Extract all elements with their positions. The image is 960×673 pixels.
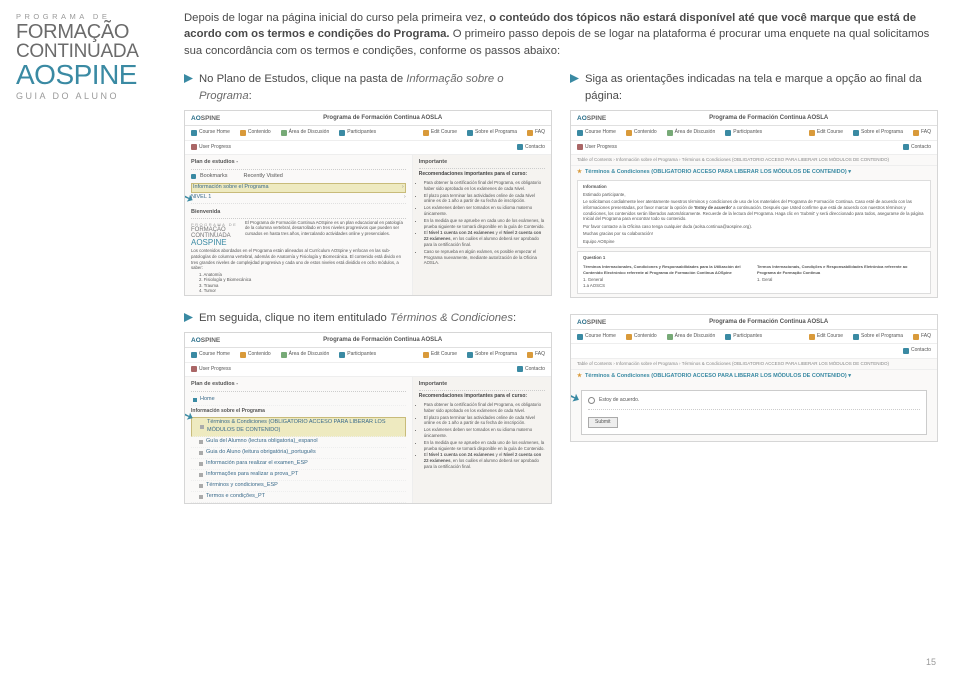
bullet-text-1: No Plano de Estudos, clique na pasta de … bbox=[199, 71, 552, 104]
arrow-icon: ➘ bbox=[570, 385, 584, 410]
bullet-text-2: Siga as orientações indicadas na tela e … bbox=[585, 71, 938, 104]
breadcrumb: Table of Contents › Información sobre el… bbox=[571, 155, 937, 167]
col-left-1: No Plano de Estudos, clique na pasta de … bbox=[184, 71, 552, 297]
programa-line: PROGRAMA DE bbox=[16, 12, 166, 21]
shot-title: Programa de Formación Continua AOSLA bbox=[220, 114, 545, 123]
bullet-icon bbox=[184, 74, 193, 83]
bullet-text-3: Em seguida, clique no item entitulado Té… bbox=[199, 310, 516, 326]
guia-line: GUIA DO ALUNO bbox=[16, 91, 166, 101]
bullet-icon bbox=[184, 313, 193, 322]
formacao-line: FORMAÇÃO bbox=[16, 22, 166, 42]
tc-item[interactable]: Términos & Condiciones (OBLIGATORIO ACCE… bbox=[191, 417, 406, 437]
info-programa-item[interactable]: Información sobre el Programa› bbox=[191, 183, 406, 193]
aospine-line: AOSPINE bbox=[16, 61, 166, 89]
screenshot-3: AOSPINE Programa de Formación Continua A… bbox=[184, 332, 552, 504]
col-right-2: AOSPINE Programa de Formación Continua A… bbox=[570, 310, 938, 504]
tc-heading: ★Términos & Condiciones (OBLIGATORIO ACC… bbox=[577, 169, 931, 177]
screenshot-4: AOSPINE Programa de Formación Continua A… bbox=[570, 314, 938, 443]
submit-button[interactable]: Submit bbox=[588, 417, 618, 428]
col-right-1: Siga as orientações indicadas na tela e … bbox=[570, 71, 938, 297]
bienvenida-title: Bienvenida bbox=[191, 209, 406, 219]
intro-paragraph: Depois de logar na página inicial do cur… bbox=[184, 10, 938, 59]
plan-title: Plan de estudios - bbox=[191, 159, 406, 170]
importante-title: Importante bbox=[419, 159, 545, 169]
main-content: Depois de logar na página inicial do cur… bbox=[184, 10, 938, 504]
col-left-2: Em seguida, clique no item entitulado Té… bbox=[184, 310, 552, 504]
screenshot-2: AOSPINE Programa de Formación Continua A… bbox=[570, 110, 938, 298]
info-heading: Información sobre el Programa bbox=[191, 408, 406, 415]
agree-label: Estoy de acuerdo. bbox=[599, 397, 639, 404]
agree-radio[interactable] bbox=[588, 397, 595, 404]
shot-nav: Course Home Contenido Área de Discusión … bbox=[185, 126, 551, 140]
nivel1-item[interactable]: NIVEL 1› bbox=[191, 193, 406, 204]
agree-box: Estoy de acuerdo. Submit ➘ bbox=[581, 390, 927, 436]
bullet-icon bbox=[570, 74, 579, 83]
shot-logo: AOSPINE bbox=[191, 114, 220, 123]
intro-t1: Depois de logar na página inicial do cur… bbox=[184, 12, 489, 24]
page-number: 15 bbox=[926, 657, 936, 667]
screenshot-1: AOSPINE Programa de Formación Continua A… bbox=[184, 110, 552, 296]
sidebar-logo-block: PROGRAMA DE FORMAÇÃO CONTINUADA AOSPINE … bbox=[16, 10, 166, 504]
